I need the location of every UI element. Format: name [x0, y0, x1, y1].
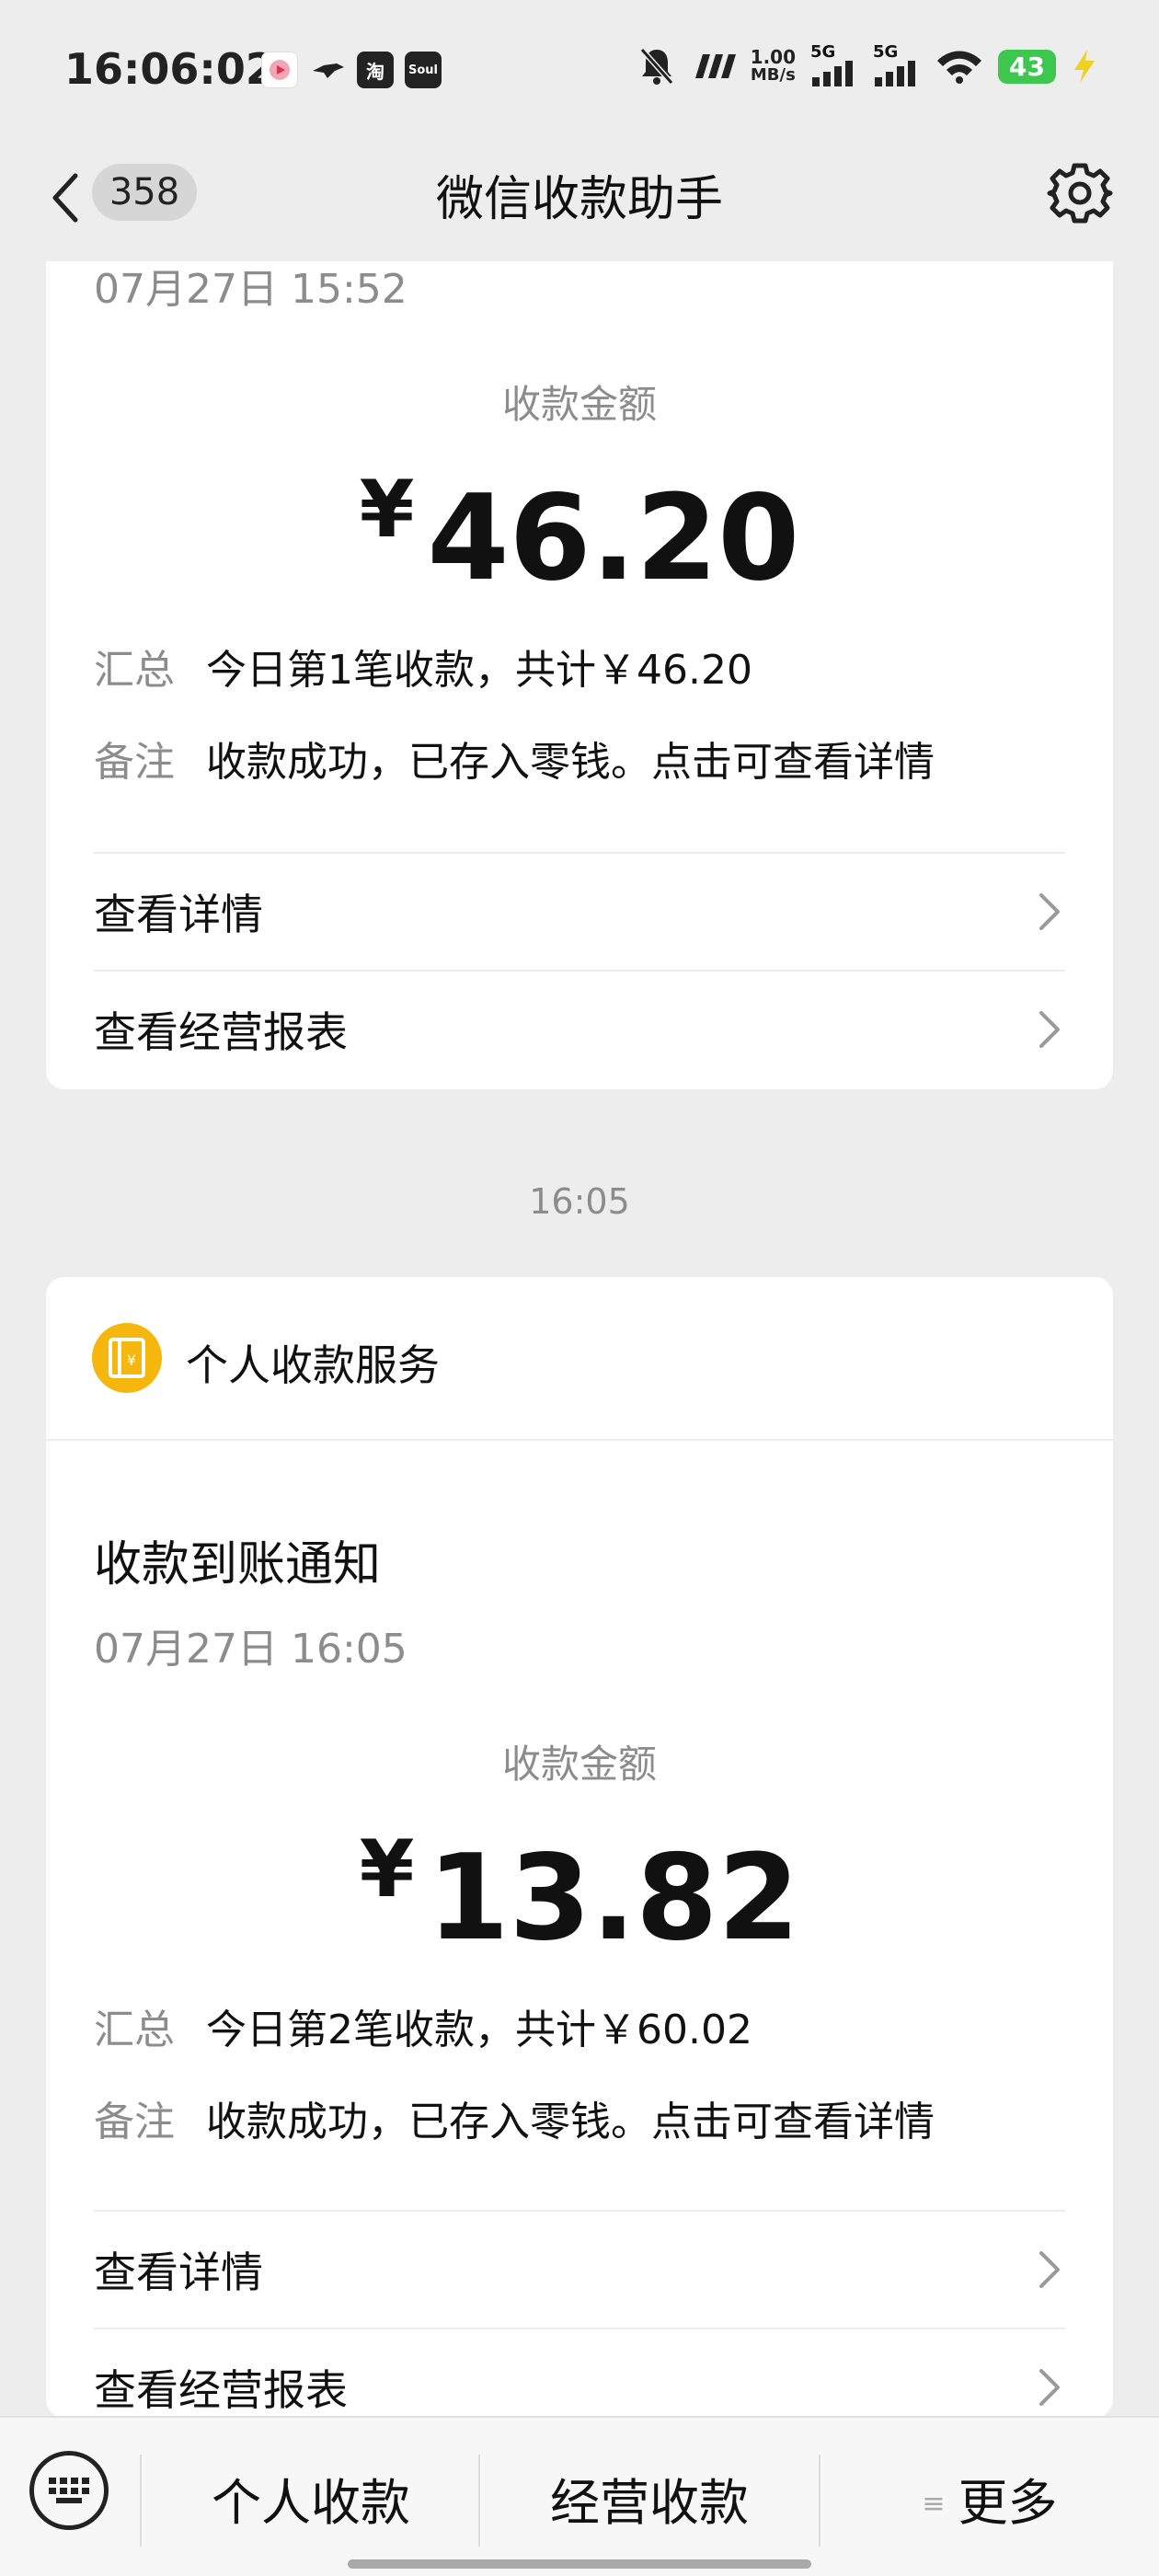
- notice-date: 07月27日 15:52: [94, 266, 407, 313]
- view-details-label: 查看详情: [94, 2248, 263, 2297]
- message-time-separator: 16:05: [529, 1181, 630, 1222]
- menu-personal-payment[interactable]: 个人收款: [142, 2462, 480, 2535]
- signal-strength-icon: 5G: [810, 42, 858, 86]
- video-app-icon: [261, 52, 298, 88]
- taobao-app-icon: 淘: [357, 52, 394, 88]
- view-report-label: 查看经营报表: [94, 1007, 348, 1057]
- bird-app-icon: [309, 52, 346, 88]
- amount-value: ¥46.20: [46, 464, 1113, 607]
- service-header[interactable]: ¥ 个人收款服务: [46, 1277, 1113, 1441]
- chevron-right-icon: [1039, 893, 1060, 930]
- charging-bolt-icon: [1074, 50, 1095, 83]
- signal-strength-icon-2: 5G: [873, 42, 921, 86]
- wifi-icon: [937, 51, 982, 84]
- chevron-right-icon: [1039, 2251, 1060, 2288]
- page-title: 微信收款助手: [435, 172, 723, 227]
- chevron-right-icon: [1039, 2369, 1060, 2406]
- view-details-label: 查看详情: [94, 890, 263, 939]
- mute-bell-icon: [639, 48, 673, 85]
- service-name: 个人收款服务: [186, 1340, 440, 1390]
- amount-label: 收款金额: [501, 382, 657, 427]
- settings-button[interactable]: [1045, 158, 1115, 228]
- currency-symbol: ¥: [359, 464, 415, 556]
- status-bar: 16:06:02 淘 Soul 1.00 MB/s 5G 5G 43: [0, 0, 1159, 138]
- home-indicator[interactable]: [348, 2559, 811, 2569]
- remark-value: 收款成功，已存入零钱。点击可查看详情: [206, 739, 935, 786]
- status-app-icons: 淘 Soul: [261, 52, 442, 88]
- amount-number: 46.20: [427, 470, 800, 607]
- chevron-right-icon: [1039, 1011, 1060, 1048]
- view-details-link[interactable]: 查看详情: [94, 852, 1065, 970]
- remark-key: 备注: [94, 2099, 175, 2145]
- summary-row: 汇总 今日第2笔收款，共计￥60.02: [94, 1996, 752, 2055]
- menu-list-icon: ≡: [922, 2488, 946, 2520]
- carrier-logo-icon: [694, 54, 736, 78]
- keyboard-toggle-button[interactable]: [29, 2451, 109, 2530]
- notice-title: 收款到账通知: [94, 1537, 382, 1593]
- soul-app-icon: Soul: [405, 52, 442, 88]
- currency-symbol: ¥: [359, 1823, 415, 1915]
- summary-value: 今日第2笔收款，共计￥60.02: [206, 2007, 752, 2053]
- network-speed: 1.00 MB/s: [750, 46, 797, 85]
- payment-notice-card-1[interactable]: 07月27日 15:52 收款金额 ¥46.20 汇总 今日第1笔收款，共计￥4…: [46, 261, 1113, 1089]
- battery-indicator: 43: [998, 49, 1056, 84]
- view-details-link[interactable]: 查看详情: [94, 2210, 1065, 2328]
- summary-row: 汇总 今日第1笔收款，共计￥46.20: [94, 637, 752, 696]
- summary-value: 今日第1笔收款，共计￥46.20: [206, 647, 752, 694]
- bottom-menu-bar: 个人收款 经营收款 ≡ 更多: [0, 2416, 1159, 2576]
- menu-more-label: 更多: [958, 2474, 1058, 2532]
- summary-key: 汇总: [94, 2007, 175, 2053]
- view-report-link[interactable]: 查看经营报表: [94, 970, 1065, 1087]
- remark-row: 备注 收款成功，已存入零钱。点击可查看详情: [94, 729, 935, 788]
- menu-business-payment[interactable]: 经营收款: [480, 2462, 819, 2535]
- gear-icon: [1047, 163, 1113, 224]
- remark-row: 备注 收款成功，已存入零钱。点击可查看详情: [94, 2088, 935, 2147]
- status-time: 16:06:02: [64, 44, 275, 94]
- keyboard-icon: [49, 2478, 89, 2503]
- remark-key: 备注: [94, 739, 175, 786]
- svg-text:¥: ¥: [127, 1351, 136, 1369]
- payment-service-icon: ¥: [92, 1323, 162, 1393]
- notice-date: 07月27日 16:05: [94, 1626, 407, 1673]
- amount-label: 收款金额: [501, 1742, 657, 1787]
- amount-number: 13.82: [427, 1830, 800, 1967]
- payment-notice-card-2[interactable]: ¥ 个人收款服务 收款到账通知 07月27日 16:05 收款金额 ¥13.82…: [46, 1277, 1113, 2418]
- amount-value: ¥13.82: [46, 1823, 1113, 1967]
- navigation-bar: 358 微信收款助手: [0, 138, 1159, 261]
- view-report-label: 查看经营报表: [94, 2365, 348, 2415]
- remark-value: 收款成功，已存入零钱。点击可查看详情: [206, 2099, 935, 2145]
- status-indicators: 1.00 MB/s 5G 5G 43: [638, 42, 1098, 86]
- menu-more[interactable]: ≡ 更多: [820, 2462, 1159, 2535]
- summary-key: 汇总: [94, 647, 175, 694]
